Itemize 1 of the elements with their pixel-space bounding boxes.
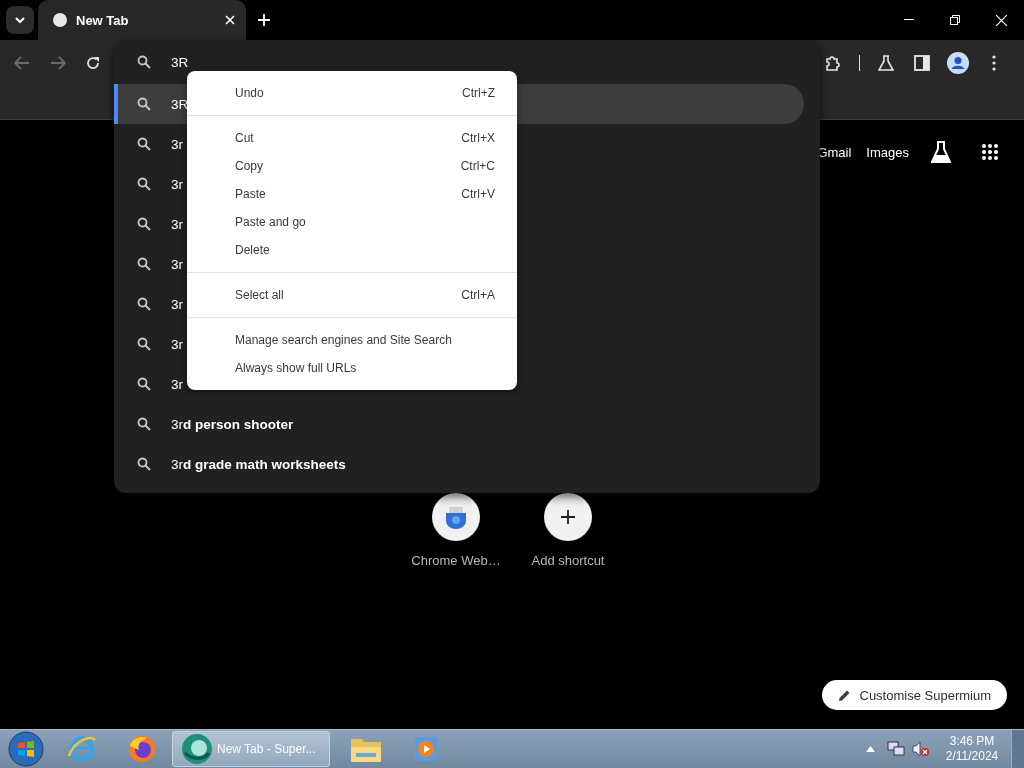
tab-title: New Tab: [76, 12, 130, 28]
